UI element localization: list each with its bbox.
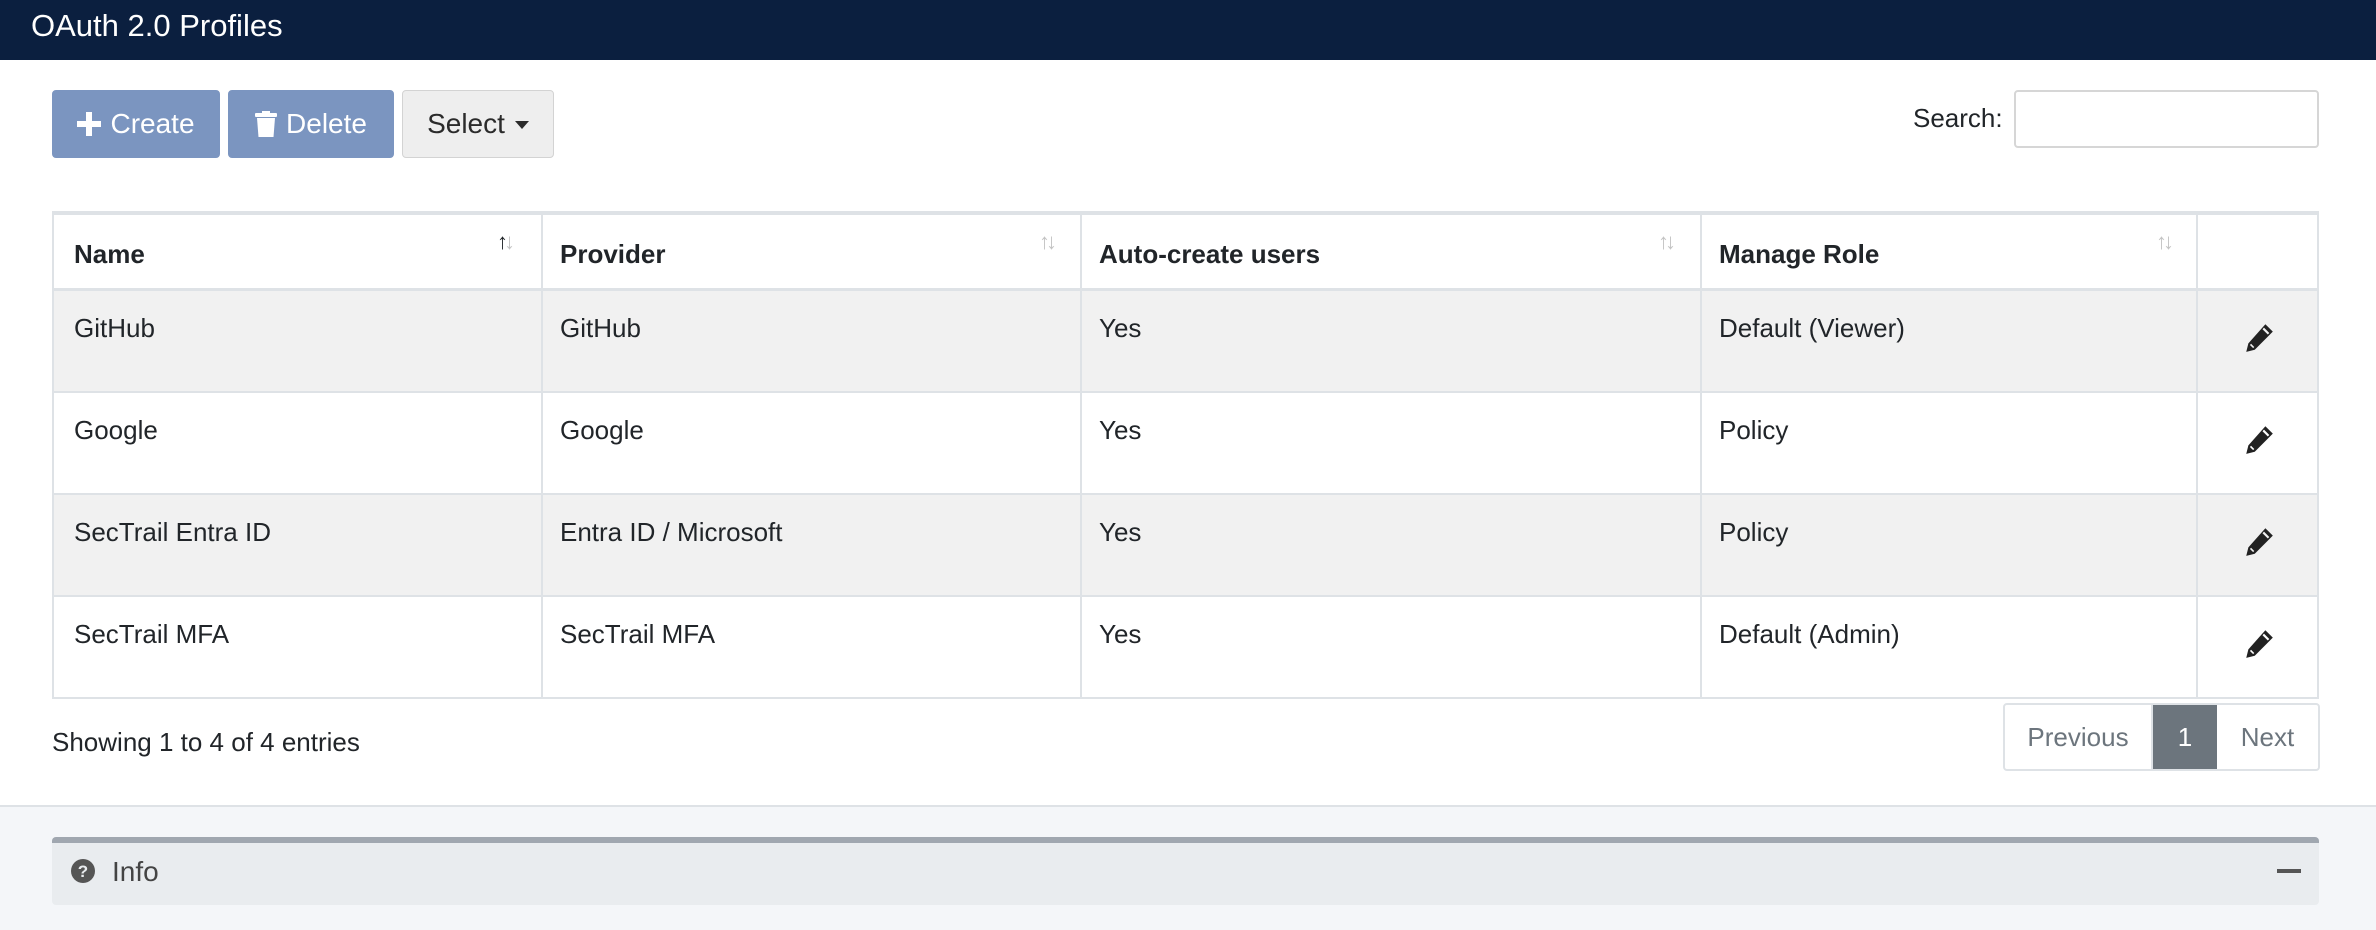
cell-provider: SecTrail MFA [560,619,716,649]
pencil-icon[interactable] [2242,627,2276,661]
trash-icon [255,111,278,137]
page-1-button[interactable]: 1 [2153,705,2217,769]
previous-page-button[interactable]: Previous [2005,705,2153,769]
cell-auto-create: Yes [1099,517,1142,547]
create-button-label: Create [110,108,195,139]
column-divider [2196,213,2198,697]
table-row: SecTrail MFA SecTrail MFA Yes Default (A… [54,597,2317,699]
question-circle-icon: ? [71,859,95,883]
cell-provider: Google [560,415,644,445]
sort-arrows-icon[interactable]: ↑↓ [2156,229,2174,255]
cell-name: SecTrail MFA [74,619,230,649]
pencil-icon[interactable] [2242,321,2276,355]
page-title: OAuth 2.0 Profiles [31,8,283,43]
cell-manage-role: Default (Admin) [1719,619,1900,649]
cell-manage-role: Policy [1719,517,1789,547]
caret-down-icon [514,121,529,129]
column-divider [1700,213,1702,697]
create-button[interactable]: Create [52,90,220,158]
info-title: Info [112,856,159,887]
cell-name: GitHub [74,313,155,343]
cell-auto-create: Yes [1099,313,1142,343]
delete-button-label: Delete [286,108,367,139]
sort-arrows-icon[interactable]: ↑↓ [497,229,515,255]
entries-info: Showing 1 to 4 of 4 entries [52,727,360,757]
search-input[interactable] [2014,90,2319,148]
top-bar: OAuth 2.0 Profiles [0,0,2376,60]
profiles-table: Name ↑↓ Provider ↑↓ Auto-create users ↑↓… [52,211,2319,699]
cell-auto-create: Yes [1099,415,1142,445]
table-row: Google Google Yes Policy [54,393,2317,495]
next-page-button[interactable]: Next [2217,705,2318,769]
select-dropdown-button[interactable]: Select [402,90,554,158]
column-header-auto-create[interactable]: Auto-create users [1099,239,1320,270]
table-row: SecTrail Entra ID Entra ID / Microsoft Y… [54,495,2317,597]
info-card: ? Info [52,837,2319,905]
sort-arrows-icon[interactable]: ↑↓ [1658,229,1676,255]
pagination: Previous 1 Next [2003,703,2320,771]
cell-provider: Entra ID / Microsoft [560,517,783,547]
table-header: Name ↑↓ Provider ↑↓ Auto-create users ↑↓… [54,213,2317,291]
minus-icon[interactable] [2277,869,2301,873]
column-divider [1080,213,1082,697]
table-row: GitHub GitHub Yes Default (Viewer) [54,291,2317,393]
pencil-icon[interactable] [2242,423,2276,457]
column-divider [541,213,543,697]
cell-provider: GitHub [560,313,641,343]
cell-manage-role: Default (Viewer) [1719,313,1905,343]
svg-text:?: ? [78,862,88,881]
column-header-manage-role[interactable]: Manage Role [1719,239,1879,270]
pencil-icon[interactable] [2242,525,2276,559]
column-header-provider[interactable]: Provider [560,239,666,270]
search-label: Search: [1913,103,2003,133]
cell-manage-role: Policy [1719,415,1789,445]
info-area: ? Info [0,805,2376,930]
sort-arrows-icon[interactable]: ↑↓ [1039,229,1057,255]
plus-icon [77,112,102,136]
cell-name: Google [74,415,158,445]
column-header-name[interactable]: Name [74,239,145,270]
select-button-label: Select [427,108,505,139]
cell-auto-create: Yes [1099,619,1142,649]
delete-button[interactable]: Delete [228,90,394,158]
cell-name: SecTrail Entra ID [74,517,271,547]
